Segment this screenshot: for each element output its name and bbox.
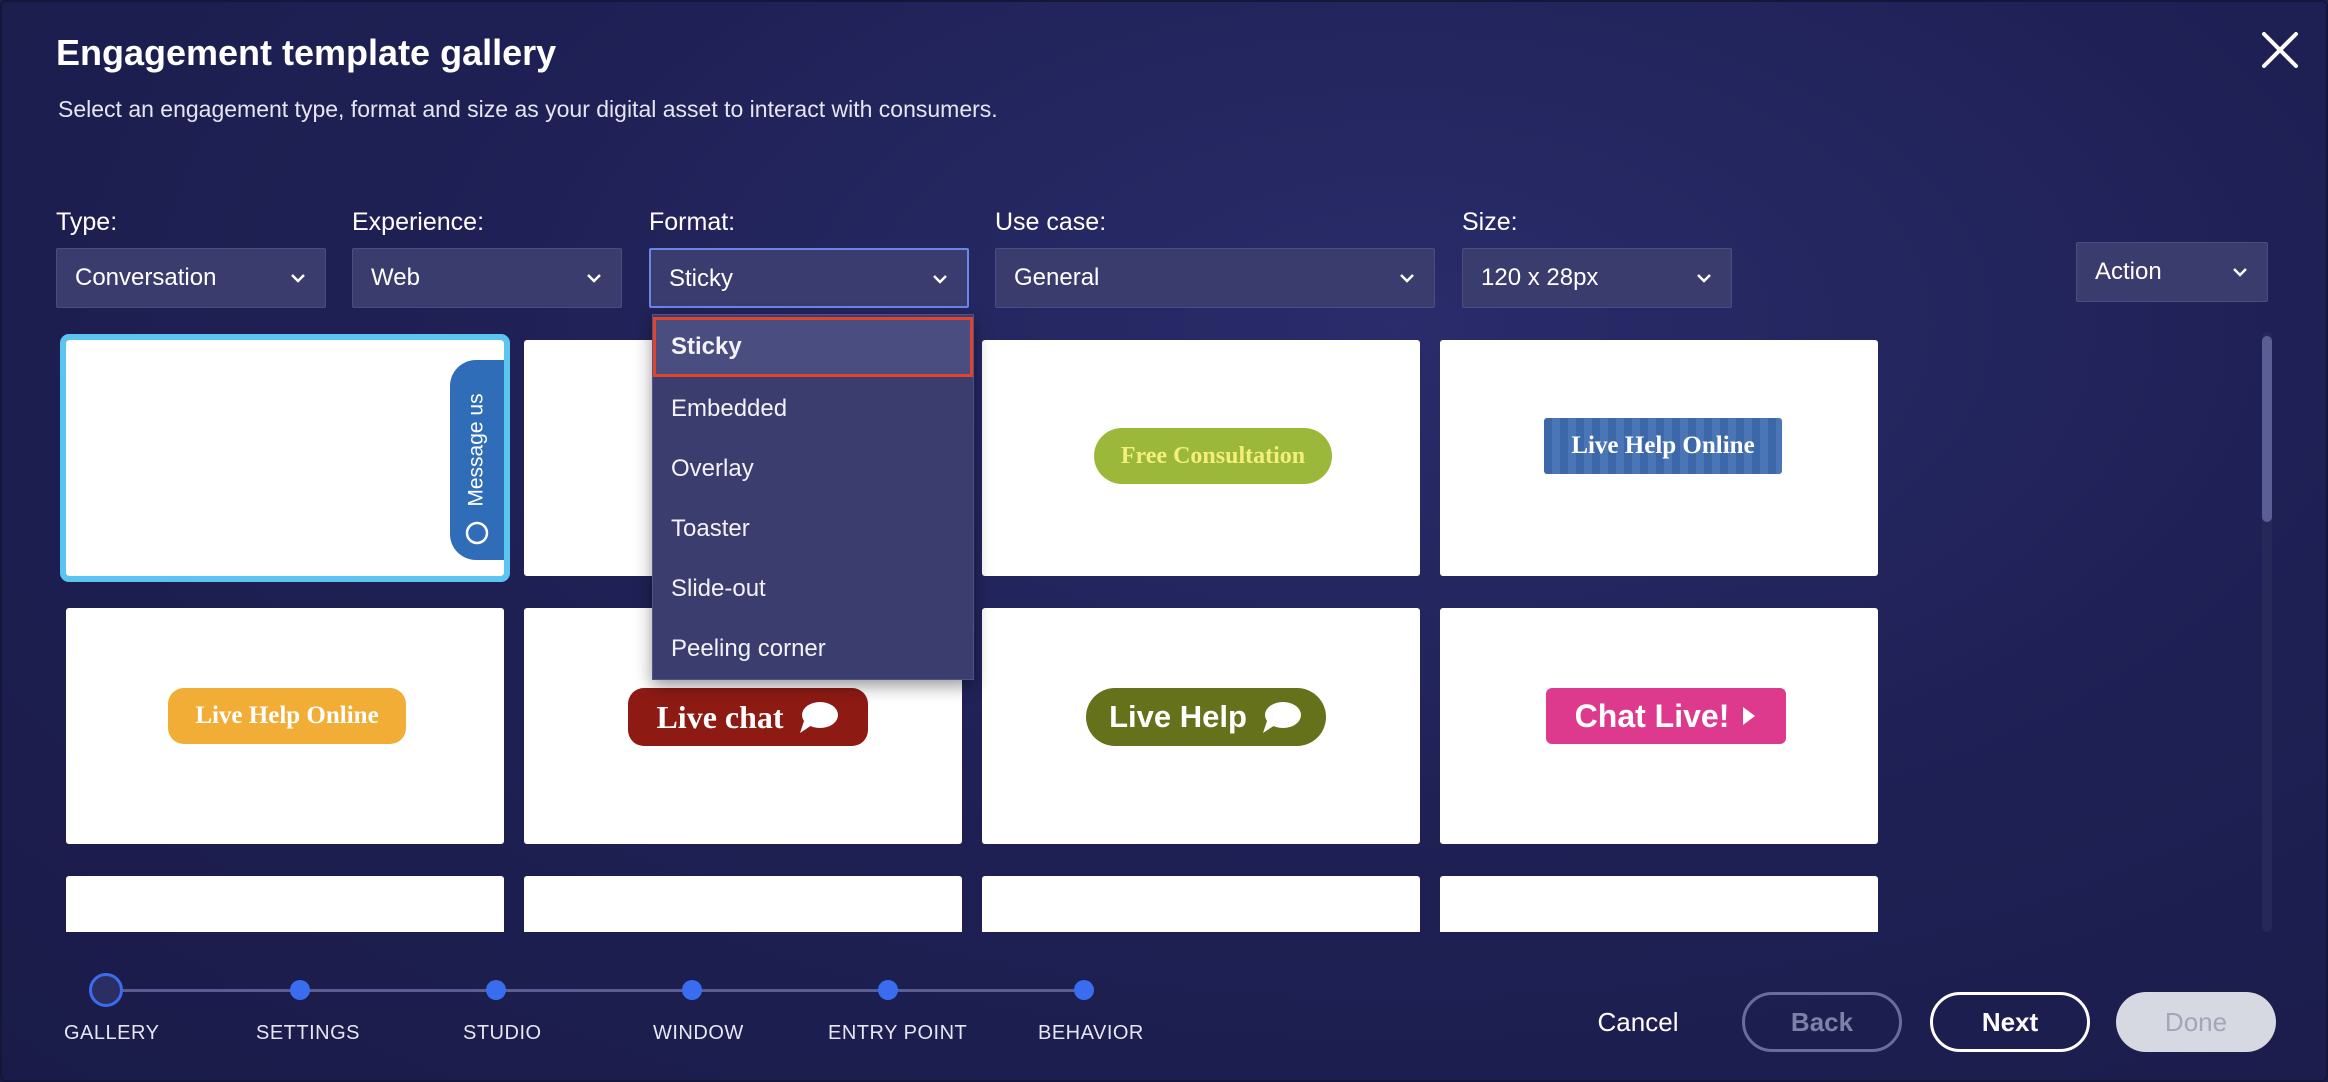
back-button[interactable]: Back (1742, 992, 1902, 1052)
step-dot-window[interactable] (682, 980, 702, 1000)
template-preview-label: Chat Live! (1574, 697, 1730, 734)
template-preview-label: Live chat (656, 698, 784, 735)
template-card[interactable]: Message us (60, 334, 510, 582)
chevron-down-icon (2233, 268, 2247, 277)
template-gallery-dialog: Engagement template gallery Select an en… (0, 0, 2328, 1082)
use-case-label: Use case: (995, 208, 1107, 236)
action-select[interactable]: Action (2076, 242, 2268, 302)
chevron-down-icon (933, 275, 947, 284)
step-dot-behavior[interactable] (1074, 980, 1094, 1000)
format-option-toaster[interactable]: Toaster (653, 499, 973, 559)
chevron-down-icon (1400, 274, 1414, 283)
scrollbar-thumb[interactable] (2262, 336, 2272, 522)
experience-select[interactable]: Web (352, 248, 622, 308)
template-preview: Live chat (628, 688, 868, 746)
format-option-peeling-corner[interactable]: Peeling corner (653, 619, 973, 679)
template-card[interactable]: Live Help (982, 608, 1420, 844)
size-select-value: 120 x 28px (1481, 264, 1599, 291)
step-dot-entry-point[interactable] (878, 980, 898, 1000)
experience-label: Experience: (352, 208, 485, 236)
template-preview: Live Help (1086, 688, 1326, 746)
template-preview-label: Free Consultation (1094, 428, 1332, 484)
experience-select-value: Web (371, 264, 420, 291)
step-dot-studio[interactable] (486, 980, 506, 1000)
format-option-embedded[interactable]: Embedded (653, 379, 973, 439)
chevron-down-icon (291, 274, 305, 283)
template-preview-label: Live Help Online (1544, 418, 1782, 474)
chevron-down-icon (587, 274, 601, 283)
speech-bubble-icon (1262, 702, 1301, 733)
step-label-gallery: GALLERY (64, 1022, 160, 1044)
step-label-studio: STUDIO (463, 1022, 542, 1044)
template-preview: Message us (450, 360, 504, 560)
template-card[interactable] (524, 876, 962, 932)
template-preview-label: Message us (465, 393, 489, 507)
chevron-down-icon (1697, 274, 1711, 283)
format-option-sticky[interactable]: Sticky (653, 317, 973, 377)
step-label-behavior: BEHAVIOR (1038, 1022, 1144, 1044)
type-label: Type: (56, 208, 118, 236)
template-card[interactable] (66, 876, 504, 932)
step-label-entry-point: ENTRY POINT (828, 1022, 968, 1044)
stepper-track (106, 989, 1084, 992)
template-preview-label: Live Help Online (168, 688, 406, 744)
format-dropdown-menu: Sticky Embedded Overlay Toaster Slide-ou… (652, 314, 974, 680)
size-select[interactable]: 120 x 28px (1462, 248, 1732, 308)
format-label: Format: (649, 208, 736, 236)
template-card[interactable]: Live Help Online (1440, 340, 1878, 576)
template-card[interactable] (1440, 876, 1878, 932)
template-card[interactable] (982, 876, 1420, 932)
size-label: Size: (1462, 208, 1518, 236)
step-dot-gallery[interactable] (89, 973, 123, 1007)
dialog-title: Engagement template gallery (56, 32, 557, 73)
use-case-select[interactable]: General (995, 248, 1435, 308)
format-option-slide-out[interactable]: Slide-out (653, 559, 973, 619)
play-arrow-icon (1743, 707, 1756, 725)
step-label-window: WINDOW (653, 1022, 744, 1044)
type-select-value: Conversation (75, 264, 217, 291)
template-grid: Message us Free Consultation Live Help O… (58, 332, 1898, 932)
use-case-select-value: General (1014, 264, 1100, 291)
dialog-subtitle: Select an engagement type, format and si… (58, 96, 998, 122)
template-preview-label: Live Help (1109, 699, 1247, 734)
type-select[interactable]: Conversation (56, 248, 326, 308)
format-select-value: Sticky (669, 265, 734, 292)
template-card[interactable]: Live Help Online (66, 608, 504, 844)
speech-bubble-icon (799, 702, 838, 733)
template-card[interactable]: Chat Live! (1440, 608, 1878, 844)
next-button[interactable]: Next (1930, 992, 2090, 1052)
action-select-value: Action (2095, 258, 2162, 285)
format-select[interactable]: Sticky (649, 248, 969, 308)
close-icon[interactable] (2258, 28, 2302, 72)
chat-bubble-icon (465, 521, 489, 545)
cancel-button[interactable]: Cancel (1568, 992, 1708, 1052)
format-option-overlay[interactable]: Overlay (653, 439, 973, 499)
step-label-settings: SETTINGS (256, 1022, 361, 1044)
done-button[interactable]: Done (2116, 992, 2276, 1052)
template-preview: Chat Live! (1546, 688, 1786, 744)
step-dot-settings[interactable] (290, 980, 310, 1000)
template-card[interactable]: Free Consultation (982, 340, 1420, 576)
